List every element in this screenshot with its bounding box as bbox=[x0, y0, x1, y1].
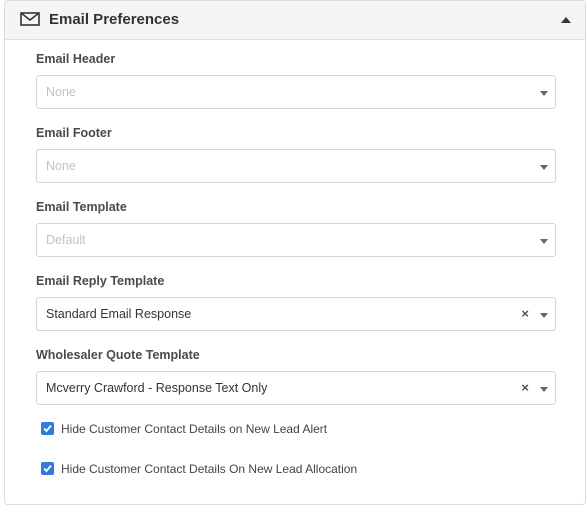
hide-contact-on-alert-label[interactable]: Hide Customer Contact Details on New Lea… bbox=[61, 422, 327, 436]
email-preferences-panel: Email Preferences Email Header None Emai… bbox=[4, 0, 586, 505]
panel-header[interactable]: Email Preferences bbox=[5, 1, 585, 40]
chevron-down-icon bbox=[540, 165, 548, 170]
chevron-down-icon bbox=[540, 387, 548, 392]
caret-up-icon[interactable] bbox=[561, 16, 571, 23]
email-header-select[interactable]: None bbox=[36, 75, 556, 109]
checkmark-icon bbox=[43, 464, 52, 473]
email-template-select[interactable]: Default bbox=[36, 223, 556, 257]
checkmark-icon bbox=[43, 424, 52, 433]
clear-icon[interactable]: × bbox=[521, 306, 529, 322]
chevron-down-icon bbox=[540, 313, 548, 318]
chevron-down-icon bbox=[540, 91, 548, 96]
panel-title: Email Preferences bbox=[49, 11, 180, 28]
hide-contact-on-allocation-label[interactable]: Hide Customer Contact Details On New Lea… bbox=[61, 462, 357, 476]
email-footer-label: Email Footer bbox=[36, 126, 112, 140]
email-template-value: Default bbox=[46, 233, 86, 247]
email-footer-value: None bbox=[46, 159, 76, 173]
envelope-icon bbox=[20, 12, 40, 26]
email-template-label: Email Template bbox=[36, 200, 127, 214]
email-footer-select[interactable]: None bbox=[36, 149, 556, 183]
hide-contact-on-allocation-checkbox[interactable] bbox=[41, 462, 54, 475]
wholesaler-quote-template-value: Mcverry Crawford - Response Text Only bbox=[46, 381, 268, 395]
email-reply-template-select[interactable]: Standard Email Response × bbox=[36, 297, 556, 331]
hide-contact-on-alert-checkbox[interactable] bbox=[41, 422, 54, 435]
email-reply-template-label: Email Reply Template bbox=[36, 274, 165, 288]
email-header-label: Email Header bbox=[36, 52, 116, 66]
wholesaler-quote-template-label: Wholesaler Quote Template bbox=[36, 348, 200, 362]
wholesaler-quote-template-select[interactable]: Mcverry Crawford - Response Text Only × bbox=[36, 371, 556, 405]
clear-icon[interactable]: × bbox=[521, 380, 529, 396]
chevron-down-icon bbox=[540, 239, 548, 244]
email-reply-template-value: Standard Email Response bbox=[46, 307, 192, 321]
email-header-value: None bbox=[46, 85, 76, 99]
